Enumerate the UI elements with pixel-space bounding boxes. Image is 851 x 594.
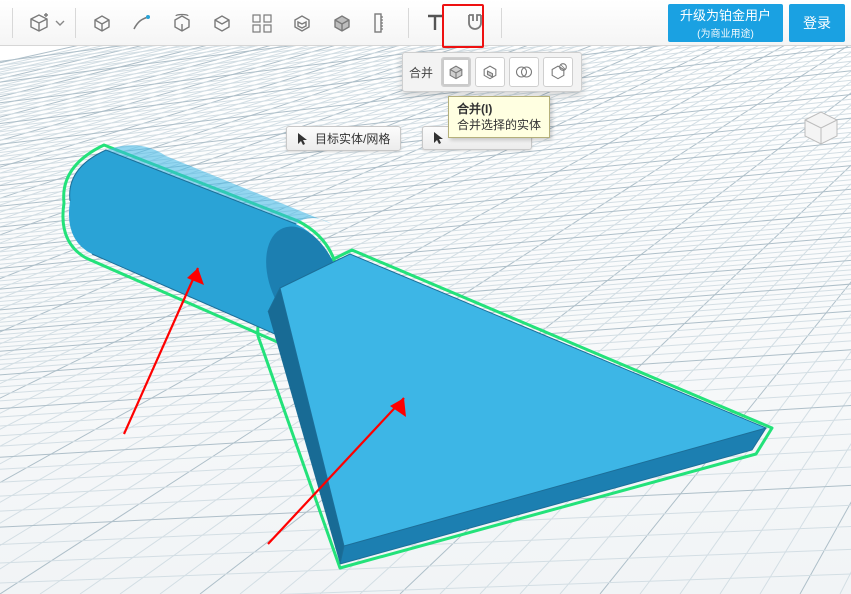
cursor-icon [433, 131, 445, 145]
primitive-cube-button[interactable] [22, 6, 56, 40]
sketch-button[interactable] [125, 6, 159, 40]
shell-button[interactable] [285, 6, 319, 40]
text-button[interactable] [418, 6, 452, 40]
boolean-union-button[interactable] [441, 57, 471, 87]
prompt-target-label: 目标实体/网格 [315, 130, 390, 147]
upgrade-sublabel: (为商业用途) [680, 25, 771, 40]
revolve-button[interactable] [165, 6, 199, 40]
upgrade-button[interactable]: 升级为铂金用户 (为商业用途) [668, 4, 783, 42]
prompt-target-entity: 目标实体/网格 [286, 126, 401, 151]
viewport-3d[interactable]: 目标实体/网格 [0, 46, 851, 594]
boolean-button[interactable] [325, 6, 359, 40]
push-pull-button[interactable] [85, 6, 119, 40]
toolbar-separator [501, 8, 502, 38]
boolean-split-button[interactable] [543, 57, 573, 87]
boolean-dropdown: 合并 [402, 52, 582, 92]
tooltip-title: 合并(I) [457, 101, 541, 117]
tooltip-desc: 合并选择的实体 [457, 117, 541, 133]
cursor-icon [297, 132, 309, 146]
boolean-tooltip: 合并(I) 合并选择的实体 [448, 96, 550, 138]
upgrade-label: 升级为铂金用户 [680, 5, 771, 24]
primitive-dropdown-chevron[interactable] [55, 18, 65, 28]
login-button[interactable]: 登录 [789, 4, 845, 42]
login-label: 登录 [803, 13, 831, 33]
boolean-intersect-button[interactable] [509, 57, 539, 87]
toolbar-separator [408, 8, 409, 38]
pattern-button[interactable] [245, 6, 279, 40]
boolean-dropdown-label: 合并 [409, 64, 433, 81]
toolbar-separator [12, 8, 13, 38]
measure-button[interactable] [365, 6, 399, 40]
magnet-snap-button[interactable] [458, 6, 492, 40]
main-toolbar: 升级为铂金用户 (为商业用途) 登录 [0, 0, 851, 46]
toolbar-separator [75, 8, 76, 38]
sweep-button[interactable] [205, 6, 239, 40]
boolean-subtract-button[interactable] [475, 57, 505, 87]
view-cube[interactable] [797, 102, 845, 150]
